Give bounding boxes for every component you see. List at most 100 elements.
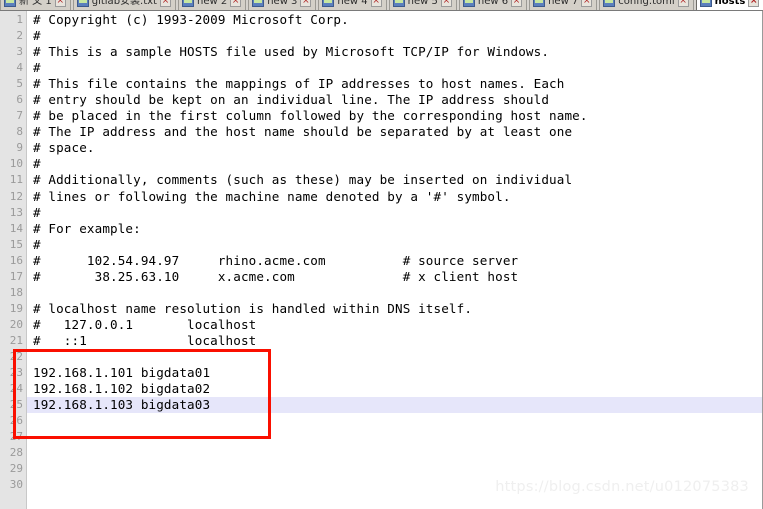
code-line[interactable]: [27, 461, 762, 477]
tab-close-icon[interactable]: ×: [581, 0, 593, 7]
tab-close-icon[interactable]: ×: [748, 0, 760, 7]
file-icon: [462, 0, 475, 7]
code-line[interactable]: [27, 349, 762, 365]
tab-1[interactable]: 新 文 1 ×: [0, 0, 71, 10]
tab-label: new 7: [548, 0, 579, 7]
tab-label: new 2: [196, 0, 228, 7]
line-number-gutter: 1 2 3 4 5 6 7 8 9 10 11 12 13 14 15 16 17 18 19 20 21 22 23 24 2…: [0, 11, 27, 509]
tab-label: hosts: [714, 0, 746, 7]
line-number: 15: [9, 237, 23, 251]
line-number: 7: [16, 109, 23, 123]
line-number: 30: [9, 478, 23, 492]
code-line[interactable]: # This file contains the mappings of IP …: [27, 76, 762, 92]
line-number: 19: [9, 301, 23, 315]
tab-bar[interactable]: 新 文 1 × gitlab安装.txt × new 2 × new 3 × new 4 × new…: [0, 0, 763, 11]
tab-new-4[interactable]: new 4 ×: [318, 0, 387, 10]
tab-close-icon[interactable]: ×: [677, 0, 689, 7]
file-icon: [181, 0, 194, 7]
line-number: 5: [16, 77, 23, 91]
tab-close-icon[interactable]: ×: [511, 0, 523, 7]
code-line[interactable]: 192.168.1.103 bigdata03: [27, 397, 762, 414]
tab-gitlab-txt[interactable]: gitlab安装.txt ×: [72, 0, 176, 10]
file-icon: [322, 0, 335, 7]
code-line[interactable]: [27, 285, 762, 301]
code-line[interactable]: #: [27, 156, 762, 172]
line-number: 1: [16, 13, 23, 26]
line-number: 4: [16, 61, 23, 75]
code-line[interactable]: #: [27, 205, 762, 221]
line-number: 20: [9, 317, 23, 331]
line-number: 23: [9, 366, 23, 380]
tab-close-icon[interactable]: ×: [54, 0, 66, 7]
code-line[interactable]: [27, 477, 762, 493]
line-number: 10: [9, 157, 23, 171]
code-line[interactable]: 192.168.1.101 bigdata01: [27, 365, 762, 381]
line-number: 11: [9, 173, 23, 187]
tab-close-icon[interactable]: ×: [300, 0, 312, 7]
file-icon: [4, 0, 16, 7]
tab-config-toml[interactable]: config.toml ×: [599, 0, 694, 10]
code-line[interactable]: # This is a sample HOSTS file used by Mi…: [27, 44, 762, 60]
file-icon: [76, 0, 89, 7]
tab-new-7[interactable]: new 7 ×: [529, 0, 598, 10]
tab-label: new 6: [477, 0, 509, 7]
line-number: 9: [16, 141, 23, 155]
file-icon: [533, 0, 546, 7]
code-line[interactable]: # 38.25.63.10 x.acme.com # x client host: [27, 269, 762, 285]
code-line[interactable]: # space.: [27, 140, 762, 156]
tab-new-5[interactable]: new 5 ×: [388, 0, 457, 10]
tab-label: 新 文 1: [19, 0, 52, 7]
code-line[interactable]: #: [27, 60, 762, 76]
line-number: 29: [9, 462, 23, 476]
tab-label: new 3: [267, 0, 298, 7]
line-number: 22: [9, 349, 23, 363]
code-line[interactable]: [27, 413, 762, 429]
tab-label: config.toml: [618, 0, 675, 7]
tab-new-2[interactable]: new 2 ×: [177, 0, 247, 10]
file-icon: [699, 0, 712, 7]
line-number: 16: [9, 253, 23, 267]
tab-close-icon[interactable]: ×: [159, 0, 171, 7]
line-number: 6: [16, 93, 23, 107]
code-line[interactable]: # 127.0.0.1 localhost: [27, 317, 762, 333]
code-line[interactable]: [27, 445, 762, 461]
code-line[interactable]: # be placed in the first column followed…: [27, 108, 762, 124]
code-line[interactable]: #: [27, 237, 762, 253]
code-line[interactable]: # 102.54.94.97 rhino.acme.com # source s…: [27, 253, 762, 269]
line-number: 26: [9, 414, 23, 428]
code-line[interactable]: # The IP address and the host name shoul…: [27, 124, 762, 140]
code-line[interactable]: 192.168.1.102 bigdata02: [27, 381, 762, 397]
tab-label: gitlab安装.txt: [91, 0, 157, 7]
tab-new-6[interactable]: new 6 ×: [458, 0, 528, 10]
code-line[interactable]: # lines or following the machine name de…: [27, 189, 762, 205]
tab-new-3[interactable]: new 3 ×: [248, 0, 317, 10]
code-content-area[interactable]: # Copyright (c) 1993-2009 Microsoft Corp…: [27, 11, 762, 509]
code-line[interactable]: # Copyright (c) 1993-2009 Microsoft Corp…: [27, 12, 762, 28]
line-number: 18: [9, 285, 23, 299]
file-icon: [603, 0, 616, 7]
tab-label: new 5: [407, 0, 438, 7]
code-line[interactable]: # entry should be kept on an individual …: [27, 92, 762, 108]
code-line[interactable]: # ::1 localhost: [27, 333, 762, 349]
tab-hosts[interactable]: hosts ×: [695, 0, 763, 10]
tab-close-icon[interactable]: ×: [370, 0, 382, 7]
line-number: 25: [9, 398, 23, 412]
text-editor[interactable]: 1 2 3 4 5 6 7 8 9 10 11 12 13 14 15 16 17 18 19 20 21 22 23 24 2…: [0, 11, 763, 509]
code-line[interactable]: #: [27, 28, 762, 44]
code-line[interactable]: # Additionally, comments (such as these)…: [27, 172, 762, 188]
line-number: 28: [9, 446, 23, 460]
line-number: 21: [9, 333, 23, 347]
code-line[interactable]: [27, 429, 762, 445]
file-icon: [392, 0, 405, 7]
line-number: 27: [9, 430, 23, 444]
line-number: 24: [9, 382, 23, 396]
line-number: 12: [9, 189, 23, 203]
line-number: 13: [9, 205, 23, 219]
tab-close-icon[interactable]: ×: [440, 0, 452, 7]
tab-label: new 4: [337, 0, 368, 7]
line-number: 14: [9, 221, 23, 235]
code-line[interactable]: # localhost name resolution is handled w…: [27, 301, 762, 317]
tab-close-icon[interactable]: ×: [230, 0, 242, 7]
line-number: 17: [9, 269, 23, 283]
code-line[interactable]: # For example:: [27, 221, 762, 237]
